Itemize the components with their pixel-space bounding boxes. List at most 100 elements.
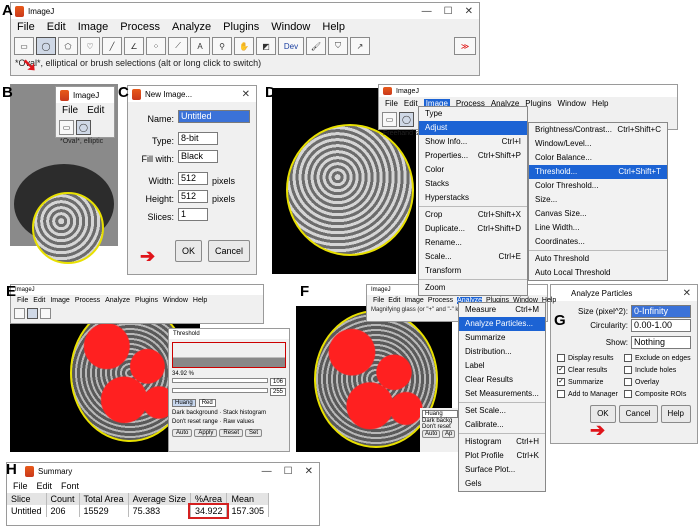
adjust-menu-item[interactable]: Color Threshold...: [529, 179, 667, 193]
oval-tool-b-icon[interactable]: ◯: [76, 120, 91, 135]
menu-file-e[interactable]: File: [17, 297, 28, 304]
auto-button[interactable]: Auto: [172, 429, 193, 437]
text-tool-icon[interactable]: A: [190, 37, 210, 55]
help-button-g[interactable]: Help: [660, 405, 691, 423]
option-checkbox[interactable]: Exclude on edges: [624, 353, 691, 365]
image-menu-item[interactable]: Properties... Ctrl+Shift+P: [419, 149, 527, 163]
checkbox-icon[interactable]: [624, 366, 632, 375]
min-value[interactable]: 106: [269, 378, 286, 386]
menu-help-e[interactable]: Help: [193, 297, 207, 304]
brush-tool-icon[interactable]: 🖌: [306, 37, 326, 55]
dark-background-checkbox[interactable]: Dark background: [172, 410, 218, 416]
oval-tool-e-icon[interactable]: [27, 308, 38, 319]
image-menu-item[interactable]: Hyperstacks: [419, 191, 527, 205]
analyze-menu-item[interactable]: Calibrate...: [459, 418, 545, 432]
dropper-tool-icon[interactable]: ◩: [256, 37, 276, 55]
rectangle-tool-b-icon[interactable]: ▭: [59, 120, 74, 135]
adjust-menu-item[interactable]: Line Width...: [529, 221, 667, 235]
ok-button[interactable]: OK: [174, 240, 202, 262]
menu-file[interactable]: File: [17, 21, 35, 33]
height-field[interactable]: 512: [178, 190, 208, 203]
analyze-menu-item[interactable]: Histogram Ctrl+H: [459, 435, 545, 449]
checkbox-icon[interactable]: ✓: [557, 378, 565, 387]
col-count[interactable]: Count: [46, 493, 80, 505]
image-menu-item[interactable]: Color: [419, 163, 527, 177]
circularity-field[interactable]: 0.00-1.00: [631, 319, 691, 332]
pipette-icon[interactable]: ↗: [350, 37, 370, 55]
col-mean[interactable]: Mean: [226, 493, 270, 505]
menu-plugins[interactable]: Plugins: [223, 21, 259, 33]
image-menu-item[interactable]: Zoom: [419, 281, 527, 295]
slices-field[interactable]: 1: [178, 208, 208, 221]
cancel-button-g[interactable]: Cancel: [618, 405, 658, 423]
analyze-menu-item[interactable]: Surface Plot...: [459, 463, 545, 477]
minimize-button[interactable]: —: [422, 6, 432, 17]
checkbox-icon[interactable]: [624, 378, 632, 387]
checkbox-icon[interactable]: [624, 390, 632, 399]
analyze-menu-item[interactable]: Distribution...: [459, 345, 545, 359]
line-tool-icon[interactable]: ╱: [102, 37, 122, 55]
option-checkbox[interactable]: Overlay: [624, 377, 691, 389]
option-checkbox[interactable]: ✓ Clear results: [557, 365, 624, 377]
stack-histogram-checkbox[interactable]: Stack histogram: [223, 410, 266, 416]
summary-menu-edit[interactable]: Edit: [37, 481, 53, 491]
menu-edit-e[interactable]: Edit: [33, 297, 45, 304]
image-menu-item[interactable]: Transform: [419, 264, 527, 278]
image-menu-item[interactable]: Crop Ctrl+Shift+X: [419, 208, 527, 222]
polygon-tool-icon[interactable]: ⬠: [58, 37, 78, 55]
menu-window-e[interactable]: Window: [163, 297, 188, 304]
dev-menu-button[interactable]: Dev: [278, 37, 304, 55]
analyze-menu-item[interactable]: Clear Results: [459, 373, 545, 387]
adjust-menu-item[interactable]: Coordinates...: [529, 235, 667, 249]
name-field[interactable]: Untitled: [178, 110, 250, 123]
analyze-menu-item[interactable]: Gels: [459, 477, 545, 491]
option-checkbox[interactable]: Display results: [557, 353, 624, 365]
adjust-menu-item[interactable]: Auto Threshold: [529, 252, 667, 266]
summary-menu-font[interactable]: Font: [61, 481, 79, 491]
polygon-tool-e-icon[interactable]: [40, 308, 51, 319]
adjust-menu-item[interactable]: Auto Local Threshold: [529, 266, 667, 280]
col-total-area[interactable]: Total Area: [79, 493, 129, 505]
adjust-menu-item[interactable]: Size...: [529, 193, 667, 207]
option-checkbox[interactable]: ✓ Summarize: [557, 377, 624, 389]
rectangle-tool-d-icon[interactable]: ▭: [382, 112, 397, 127]
col-average-size[interactable]: Average Size: [128, 493, 191, 505]
menu-image-e[interactable]: Image: [50, 297, 69, 304]
image-menu-item[interactable]: Rename...: [419, 236, 527, 250]
option-checkbox[interactable]: Add to Manager: [557, 389, 624, 401]
checkbox-icon[interactable]: [557, 390, 565, 399]
apply-button[interactable]: Apply: [194, 429, 218, 437]
size-field[interactable]: 0-Infinity: [631, 305, 691, 318]
image-menu-item[interactable]: Type: [419, 107, 527, 121]
rectangle-tool-e-icon[interactable]: [14, 308, 25, 319]
menu-plugins-e[interactable]: Plugins: [135, 297, 158, 304]
image-menu-item[interactable]: Scale... Ctrl+E: [419, 250, 527, 264]
menu-edit-d[interactable]: Edit: [404, 99, 418, 108]
adjust-menu-item[interactable]: Brightness/Contrast... Ctrl+Shift+C: [529, 123, 667, 137]
option-checkbox[interactable]: Composite ROIs: [624, 389, 691, 401]
analyze-menu-item[interactable]: Summarize: [459, 331, 545, 345]
dont-reset-checkbox[interactable]: Don't reset range: [172, 419, 218, 425]
flood-fill-icon[interactable]: ⛉: [328, 37, 348, 55]
maximize-h-button[interactable]: ☐: [284, 466, 293, 477]
menu-file-b[interactable]: File: [62, 105, 78, 116]
menu-edit[interactable]: Edit: [47, 21, 66, 33]
menu-image[interactable]: Image: [78, 21, 109, 33]
menu-image-f[interactable]: Image: [404, 297, 423, 304]
menu-file-d[interactable]: File: [385, 99, 398, 108]
adjust-menu-item[interactable]: Canvas Size...: [529, 207, 667, 221]
oval-tool-d-icon[interactable]: ◯: [399, 112, 414, 127]
magnifier-tool-icon[interactable]: ⚲: [212, 37, 232, 55]
method-select-f[interactable]: Huang: [422, 410, 458, 418]
close-button[interactable]: ✕: [465, 6, 473, 17]
close-g-icon[interactable]: ✕: [683, 288, 697, 299]
analyze-menu-item[interactable]: Set Scale...: [459, 404, 545, 418]
menu-process[interactable]: Process: [120, 21, 160, 33]
col-percent-area[interactable]: %Area: [190, 493, 228, 505]
minimize-h-button[interactable]: —: [262, 466, 272, 477]
option-checkbox[interactable]: Include holes: [624, 365, 691, 377]
menu-plugins-d[interactable]: Plugins: [525, 99, 551, 108]
menu-analyze[interactable]: Analyze: [172, 21, 211, 33]
menu-process-f[interactable]: Process: [428, 297, 453, 304]
menu-help-d[interactable]: Help: [592, 99, 608, 108]
